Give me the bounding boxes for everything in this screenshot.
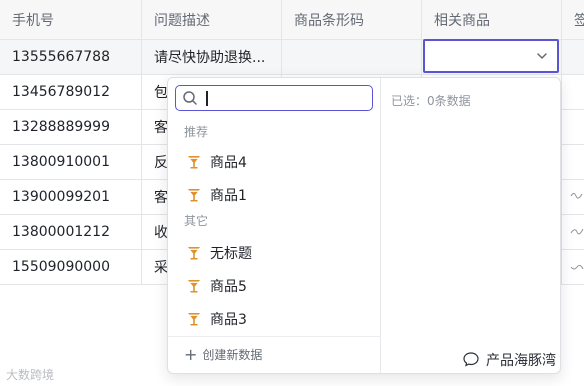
product-icon — [188, 247, 200, 260]
product-icon — [188, 280, 200, 293]
selected-panel: 已选：0条数据 — [381, 78, 560, 373]
option-item[interactable]: 商品5 — [186, 274, 247, 298]
search-icon — [183, 91, 197, 105]
create-new-data-label: 创建新数据 — [202, 348, 263, 362]
option-item[interactable]: 商品4 — [186, 150, 247, 174]
wechat-icon — [463, 352, 479, 367]
search-input[interactable] — [175, 85, 373, 111]
phone-cell[interactable]: 15509090000 — [0, 250, 142, 284]
barcode-cell[interactable] — [282, 40, 422, 74]
option-label: 无标题 — [210, 246, 252, 262]
phone-cell[interactable]: 13456789012 — [0, 75, 142, 109]
watermark-left: 大数跨境 — [6, 368, 55, 382]
product-picker-dropdown: 推荐 商品4 商品1 其它 无标题 商品5 商品3 + 创建新数据 已选：0条数… — [167, 77, 561, 374]
sign-cell[interactable] — [562, 145, 584, 179]
group-label-recommended: 推荐 — [184, 125, 209, 139]
chevron-down-icon[interactable] — [535, 49, 549, 63]
phone-cell[interactable]: 13900099201 — [0, 180, 142, 214]
divider — [168, 336, 381, 337]
sign-cell[interactable] — [562, 110, 584, 144]
option-item[interactable]: 商品3 — [186, 307, 247, 331]
option-item[interactable]: 商品1 — [186, 183, 247, 207]
option-label: 商品5 — [210, 279, 247, 295]
signature-image — [570, 193, 583, 199]
watermark-right: 产品海豚湾 — [462, 350, 556, 370]
phone-cell[interactable]: 13800001212 — [0, 215, 142, 249]
text-cursor — [206, 91, 208, 106]
group-label-other: 其它 — [184, 214, 209, 228]
product-icon — [188, 189, 200, 202]
related-product-select[interactable] — [423, 39, 559, 73]
column-header-description[interactable]: 问题描述 — [142, 0, 282, 39]
sign-cell[interactable] — [562, 40, 584, 74]
create-new-data-button[interactable]: + 创建新数据 — [184, 346, 262, 363]
selected-count: 已选：0条数据 — [391, 94, 471, 108]
plus-icon: + — [184, 344, 198, 364]
phone-cell[interactable]: 13555667788 — [0, 40, 142, 74]
sign-cell[interactable] — [562, 75, 584, 109]
product-icon — [188, 313, 200, 326]
table-header: 手机号 问题描述 商品条形码 相关商品 签 — [0, 0, 584, 40]
phone-cell[interactable]: 13800910001 — [0, 145, 142, 179]
signature-image — [570, 264, 584, 270]
option-item[interactable]: 无标题 — [186, 241, 252, 265]
description-cell[interactable]: 请尽快协助退换... — [142, 40, 282, 74]
option-label: 商品4 — [210, 155, 247, 171]
option-panel: 推荐 商品4 商品1 其它 无标题 商品5 商品3 + 创建新数据 — [168, 78, 381, 373]
watermark-right-text: 产品海豚湾 — [486, 353, 556, 369]
signature-image — [570, 228, 584, 235]
option-label: 商品1 — [210, 188, 247, 204]
column-header-phone[interactable]: 手机号 — [0, 0, 142, 39]
product-icon — [188, 156, 200, 169]
column-header-barcode[interactable]: 商品条形码 — [282, 0, 422, 39]
option-label: 商品3 — [210, 312, 247, 328]
phone-cell[interactable]: 13288889999 — [0, 110, 142, 144]
column-header-sign[interactable]: 签 — [562, 0, 584, 39]
column-header-related-product[interactable]: 相关商品 — [422, 0, 562, 39]
